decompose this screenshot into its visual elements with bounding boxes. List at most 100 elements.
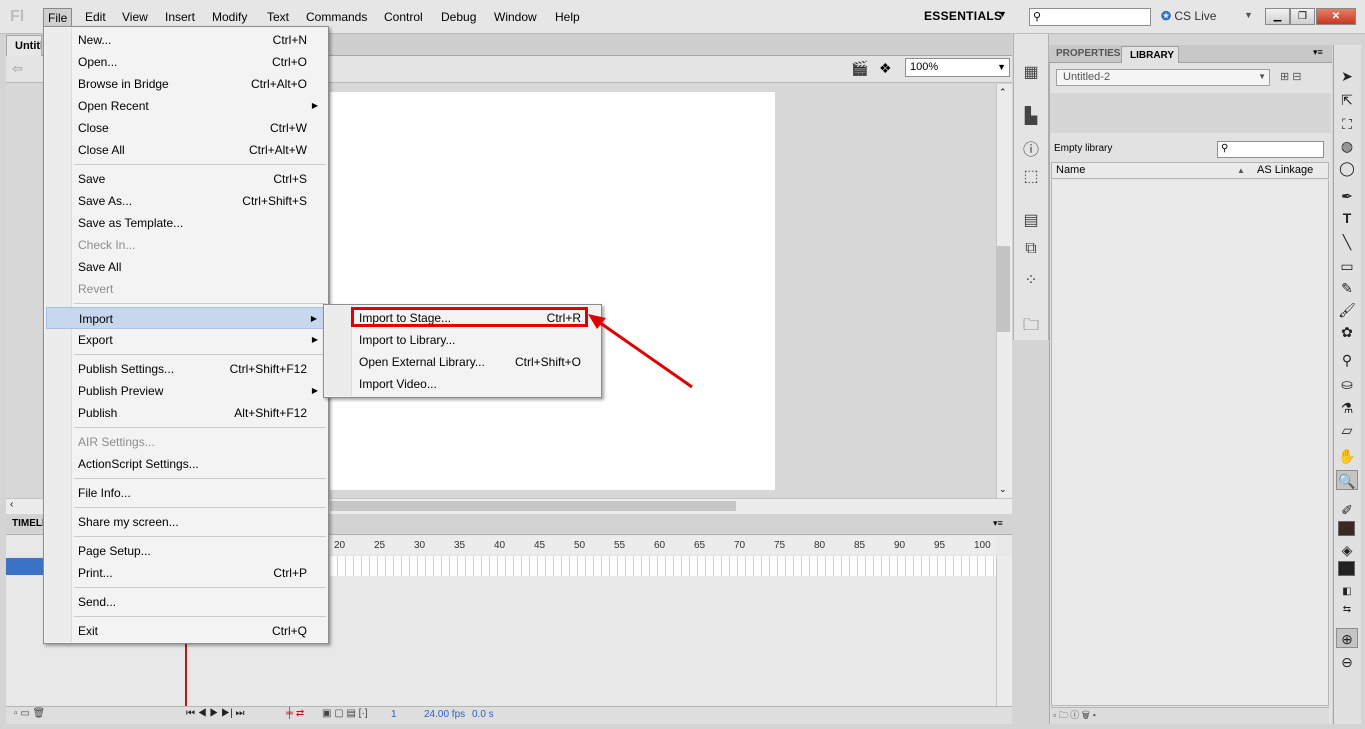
- zoom-tool-icon[interactable]: 🔍: [1336, 470, 1358, 490]
- menu-debug[interactable]: Debug: [437, 8, 480, 27]
- menu-item-save-all[interactable]: Save All: [46, 256, 326, 278]
- scroll-thumb[interactable]: [330, 501, 736, 511]
- menu-item-browse-bridge[interactable]: Browse in Bridge Ctrl+Alt+O: [46, 73, 326, 95]
- brush-tool-icon[interactable]: 🖌: [1336, 300, 1358, 320]
- project-folder-icon[interactable]: 🗀: [1020, 314, 1042, 341]
- menu-item-actionscript-settings[interactable]: ActionScript Settings...: [46, 453, 326, 475]
- menu-text[interactable]: Text: [263, 8, 293, 27]
- pin-library-icon[interactable]: ⊞ ⊟: [1280, 70, 1302, 83]
- actionscript-icon[interactable]: ▤: [1020, 210, 1042, 230]
- cs-live-button[interactable]: ✪ CS Live: [1161, 9, 1216, 23]
- menu-item-publish-preview[interactable]: Publish Preview ▶: [46, 380, 326, 402]
- menu-item-exit[interactable]: Exit Ctrl+Q: [46, 620, 326, 642]
- sort-icon[interactable]: ▲: [1237, 166, 1245, 175]
- menu-control[interactable]: Control: [380, 8, 427, 27]
- eyedropper-tool-icon[interactable]: ⚗: [1336, 398, 1358, 418]
- selected-layer[interactable]: [6, 558, 44, 575]
- align-grid-icon[interactable]: ▦: [1020, 62, 1042, 82]
- scroll-left-icon[interactable]: ‹: [10, 499, 13, 510]
- zoom-in-icon[interactable]: ⊕: [1336, 628, 1358, 648]
- edit-symbol-icon[interactable]: ❖: [879, 60, 892, 77]
- menu-modify[interactable]: Modify: [208, 8, 251, 27]
- chevron-down-icon[interactable]: ▼: [1244, 10, 1253, 20]
- minimize-button[interactable]: ▁: [1265, 8, 1290, 25]
- menu-item-open-recent[interactable]: Open Recent ▶: [46, 95, 326, 117]
- frames-row[interactable]: [330, 556, 996, 576]
- menu-help[interactable]: Help: [551, 8, 584, 27]
- menu-item-file-info[interactable]: File Info...: [46, 482, 326, 504]
- panel-menu-icon[interactable]: ▾≡: [993, 518, 1003, 529]
- edit-scene-icon[interactable]: 🎬: [851, 60, 868, 77]
- menu-edit[interactable]: Edit: [81, 8, 110, 27]
- tab-library[interactable]: LIBRARY: [1121, 46, 1179, 63]
- restore-button[interactable]: ❐: [1290, 8, 1315, 25]
- document-tab[interactable]: Untitled-2: [6, 35, 42, 56]
- zoom-out-icon[interactable]: ⊖: [1336, 652, 1358, 672]
- menu-file[interactable]: File: [43, 8, 73, 27]
- menu-item-import[interactable]: Import ▶: [46, 307, 326, 329]
- menu-window[interactable]: Window: [490, 8, 541, 27]
- menu-item-export[interactable]: Export ▶: [46, 329, 326, 351]
- panel-menu-icon[interactable]: ▾≡: [1313, 47, 1323, 58]
- scroll-up-icon[interactable]: ⌃: [999, 87, 1007, 98]
- lasso-tool-icon[interactable]: ◯: [1336, 158, 1358, 178]
- menu-item-print[interactable]: Print... Ctrl+P: [46, 562, 326, 584]
- subselection-tool-icon[interactable]: ⇱: [1336, 90, 1358, 110]
- menu-item-new[interactable]: New... Ctrl+N: [46, 29, 326, 51]
- tab-properties[interactable]: PROPERTIES: [1056, 48, 1120, 59]
- menu-commands[interactable]: Commands: [302, 8, 371, 27]
- stroke-color-swatch[interactable]: [1338, 521, 1355, 536]
- library-document-select[interactable]: Untitled-2 ▼: [1056, 69, 1270, 86]
- free-transform-tool-icon[interactable]: ⛶: [1336, 114, 1358, 134]
- chevron-down-icon[interactable]: ▼: [998, 9, 1007, 19]
- loop-icon[interactable]: ╪ ⇄: [286, 708, 304, 719]
- menu-view[interactable]: View: [118, 8, 152, 27]
- menu-item-import-video[interactable]: Import Video...: [327, 373, 599, 395]
- menu-item-share-screen[interactable]: Share my screen...: [46, 511, 326, 533]
- menu-item-publish-settings[interactable]: Publish Settings... Ctrl+Shift+F12: [46, 358, 326, 380]
- new-layer-icon[interactable]: ▫ ▭ 🗑: [14, 708, 45, 719]
- menu-item-send[interactable]: Send...: [46, 591, 326, 613]
- zoom-select[interactable]: 100% ▼: [905, 58, 1010, 77]
- timeline-vertical-scrollbar[interactable]: [996, 556, 1012, 706]
- selection-tool-icon[interactable]: ➤: [1336, 66, 1358, 86]
- black-white-icon[interactable]: ◧: [1336, 582, 1358, 602]
- stage[interactable]: [330, 92, 775, 490]
- playback-controls[interactable]: ⏮ ◀ ▶ ▶| ⏭: [186, 708, 244, 719]
- library-search-input[interactable]: ⚲: [1217, 141, 1324, 158]
- hand-tool-icon[interactable]: ✋: [1336, 446, 1358, 466]
- paint-bucket-tool-icon[interactable]: ⛀: [1336, 374, 1358, 394]
- scroll-thumb[interactable]: [997, 246, 1010, 332]
- column-name[interactable]: Name: [1056, 164, 1085, 176]
- bone-tool-icon[interactable]: ⚲: [1336, 350, 1358, 370]
- menu-item-open-external-library[interactable]: Open External Library... Ctrl+Shift+O: [327, 351, 599, 373]
- pencil-tool-icon[interactable]: ✎: [1336, 278, 1358, 298]
- menu-item-close[interactable]: Close Ctrl+W: [46, 117, 326, 139]
- current-frame[interactable]: 1: [391, 709, 397, 720]
- eraser-tool-icon[interactable]: ▱: [1336, 420, 1358, 440]
- deco-tool-icon[interactable]: ✿: [1336, 322, 1358, 342]
- workspace-switcher[interactable]: ESSENTIALS: [924, 9, 1002, 23]
- close-button[interactable]: ✕: [1316, 8, 1356, 25]
- onion-skin-icons[interactable]: ▣ ▢ ▤ [·]: [322, 708, 368, 719]
- menu-item-close-all[interactable]: Close All Ctrl+Alt+W: [46, 139, 326, 161]
- transform-icon[interactable]: ⬚: [1020, 166, 1042, 186]
- menu-item-import-to-library[interactable]: Import to Library...: [327, 329, 599, 351]
- swap-colors-icon[interactable]: ⇆: [1336, 600, 1358, 620]
- help-search-input[interactable]: ⚲: [1029, 8, 1151, 26]
- menu-item-publish[interactable]: Publish Alt+Shift+F12: [46, 402, 326, 424]
- library-item-list[interactable]: [1051, 180, 1329, 706]
- column-as-linkage[interactable]: AS Linkage: [1257, 164, 1313, 176]
- info-icon[interactable]: ⓘ: [1020, 136, 1042, 160]
- 3d-rotation-tool-icon[interactable]: ◍: [1336, 136, 1358, 156]
- menu-item-save[interactable]: Save Ctrl+S: [46, 168, 326, 190]
- frame-rate[interactable]: 24.00 fps: [424, 709, 465, 720]
- fill-color-swatch[interactable]: [1338, 561, 1355, 576]
- menu-insert[interactable]: Insert: [161, 8, 199, 27]
- motion-presets-icon[interactable]: ⁘: [1020, 270, 1042, 290]
- back-arrow-icon[interactable]: ⇦: [12, 61, 23, 77]
- rectangle-tool-icon[interactable]: ▭: [1336, 256, 1358, 276]
- align-icon[interactable]: ▙: [1020, 106, 1042, 126]
- menu-item-open[interactable]: Open... Ctrl+O: [46, 51, 326, 73]
- text-tool-icon[interactable]: T: [1336, 208, 1358, 228]
